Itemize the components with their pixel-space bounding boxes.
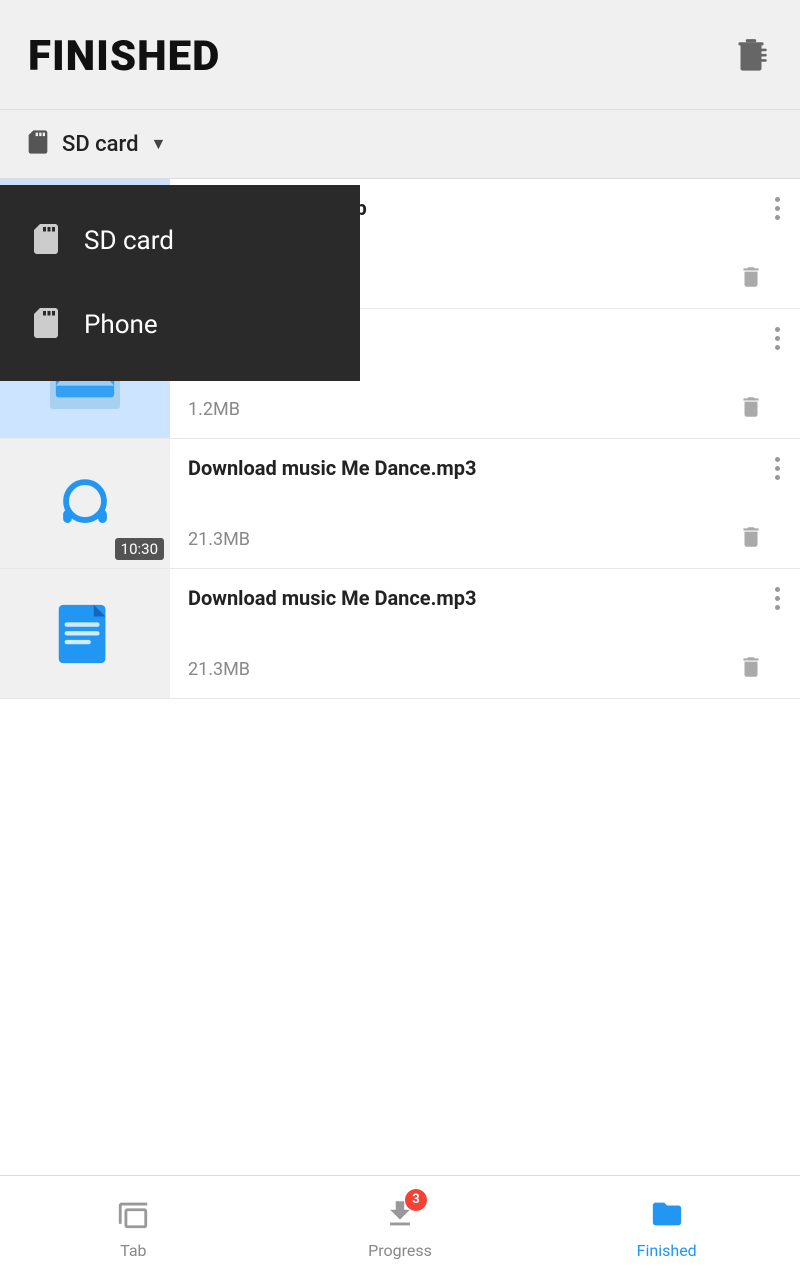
sd-card-option-icon (28, 221, 64, 261)
progress-badge: 3 (405, 1189, 427, 1211)
page-title: FINISHED (28, 32, 220, 81)
phone-option-label: Phone (84, 310, 158, 340)
item-actions-1 (738, 264, 786, 294)
phone-option-icon (28, 305, 64, 345)
audio-thumb-icon (50, 469, 120, 539)
item-actions-2 (738, 394, 786, 424)
item-title-3: Download music Me Dance.mp3 (188, 455, 769, 481)
app-header: FINISHED (0, 0, 800, 110)
more-options-button-4[interactable] (769, 585, 786, 612)
delete-button-3[interactable] (738, 524, 764, 554)
finished-nav-label: Finished (637, 1241, 697, 1260)
item-body-3: Download music Me Dance.mp3 21.3MB (170, 439, 800, 568)
progress-nav-label: Progress (368, 1241, 432, 1260)
nav-item-progress[interactable]: 3 Progress (267, 1197, 534, 1260)
tab-icon (116, 1197, 150, 1235)
finished-icon (650, 1197, 684, 1235)
delete-button-1[interactable] (738, 264, 764, 294)
delete-all-icon (730, 36, 772, 78)
item-size-2: 1.2MB (188, 399, 240, 420)
storage-label: SD card (62, 132, 138, 157)
chevron-down-icon: ▼ (150, 134, 166, 154)
item-body-4: Download music Me Dance.mp3 21.3MB (170, 569, 800, 698)
delete-button-4[interactable] (738, 654, 764, 684)
sdcard-option-label: SD card (84, 226, 174, 256)
dropdown-item-sdcard[interactable]: SD card (0, 199, 360, 283)
delete-all-button[interactable] (730, 36, 772, 78)
item-thumbnail-4 (0, 569, 170, 698)
more-options-button-3[interactable] (769, 455, 786, 482)
delete-button-2[interactable] (738, 394, 764, 424)
document-thumb-icon (50, 599, 120, 669)
list-item: Download music Me Dance.mp3 21.3MB (0, 569, 800, 699)
dropdown-item-phone[interactable]: Phone (0, 283, 360, 367)
nav-item-finished[interactable]: Finished (533, 1197, 800, 1260)
tab-nav-label: Tab (120, 1241, 146, 1260)
item-size-3: 21.3MB (188, 529, 250, 550)
duration-badge-3: 10:30 (115, 538, 164, 560)
item-title-4: Download music Me Dance.mp3 (188, 585, 769, 611)
storage-selector[interactable]: SD card ▼ (0, 110, 800, 179)
more-options-button-2[interactable] (769, 325, 786, 352)
bottom-navigation: Tab 3 Progress Finished (0, 1175, 800, 1280)
more-options-button-1[interactable] (769, 195, 786, 222)
list-item: 10:30 Download music Me Dance.mp3 21.3MB (0, 439, 800, 569)
nav-item-tab[interactable]: Tab (0, 1197, 267, 1260)
sd-card-icon (24, 128, 52, 160)
item-actions-4 (738, 654, 786, 684)
storage-dropdown: SD card Phone (0, 185, 360, 381)
item-size-4: 21.3MB (188, 659, 250, 680)
item-thumbnail-3: 10:30 (0, 439, 170, 568)
item-actions-3 (738, 524, 786, 554)
